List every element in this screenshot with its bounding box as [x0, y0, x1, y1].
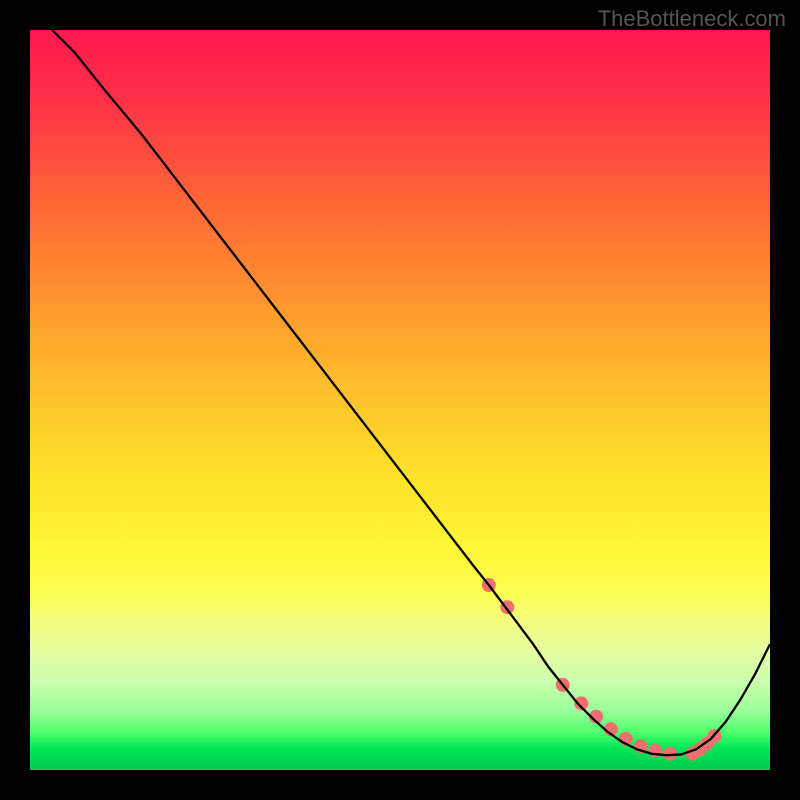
chart-svg: [30, 30, 770, 770]
bottleneck-curve-line: [52, 30, 770, 755]
watermark-text: TheBottleneck.com: [598, 6, 786, 32]
marker-dots-group: [482, 578, 722, 761]
plot-area: [30, 30, 770, 770]
